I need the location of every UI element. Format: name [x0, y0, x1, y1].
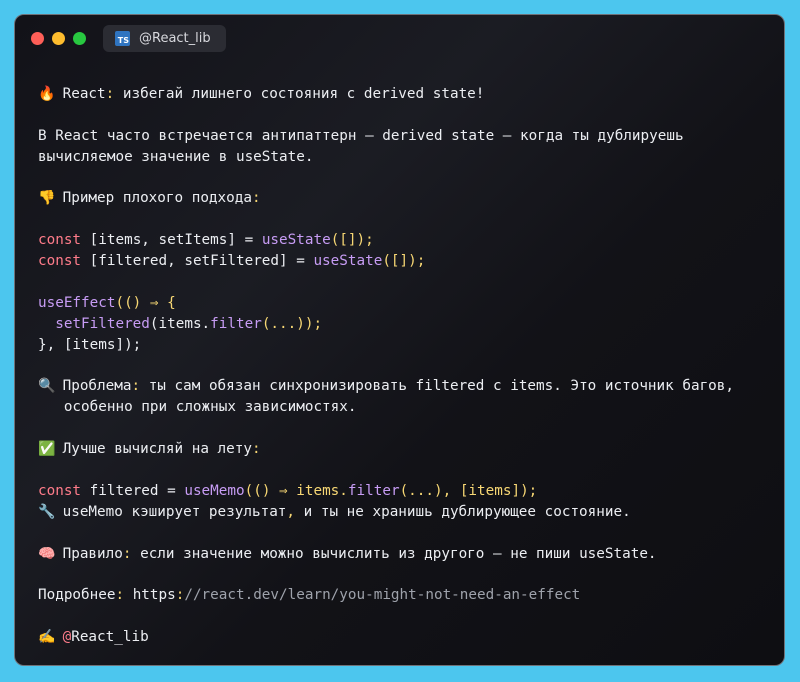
signature-handle[interactable]: React_lib — [71, 629, 148, 645]
minimize-window-button[interactable] — [52, 32, 65, 45]
file-tab[interactable]: TS @React_lib — [103, 25, 226, 52]
good-example-heading: ✅ Лучше вычисляй на лету: — [38, 439, 778, 460]
memo-note: 🔧 useMemo кэширует результат, и ты не хр… — [38, 502, 778, 523]
maximize-window-button[interactable] — [73, 32, 86, 45]
more-link-line: Подробнее: https://react.dev/learn/you-m… — [38, 587, 581, 604]
check-mark-icon: ✅ — [38, 441, 56, 458]
magnifier-icon: 🔍 — [38, 378, 56, 395]
tab-label: @React_lib — [139, 31, 211, 46]
code-line-set-filtered: setFiltered(items.filter(...)); — [55, 315, 323, 332]
problem-line-2: особенно при сложных зависимостях. — [38, 399, 357, 416]
title-bar: TS @React_lib — [15, 15, 784, 63]
code-line-use-effect: useEffect(() ⇒ { — [38, 294, 176, 311]
code-line-effect-close: }, [items]); — [38, 336, 142, 353]
post-content: 🔥 React: избегай лишнего состояния с der… — [38, 84, 778, 648]
close-window-button[interactable] — [31, 32, 44, 45]
thumbs-down-icon: 👎 — [38, 190, 56, 207]
intro-line-1: В React часто встречается антипаттерн — … — [38, 127, 684, 144]
writing-hand-icon: ✍️ — [38, 629, 56, 646]
bad-example-heading: 👎 Пример плохого подхода: — [38, 188, 778, 209]
fire-icon: 🔥 — [38, 86, 56, 102]
typescript-file-icon: TS — [115, 31, 130, 46]
code-line-items: const [items, setItems] = useState([]); — [38, 232, 374, 249]
problem-line-1: 🔍 Проблема: ты сам обязан синхронизирова… — [38, 376, 778, 397]
editor-window: TS @React_lib 🔥 React: избегай лишнего с… — [14, 14, 785, 666]
intro-line-2: вычисляемое значение в useState. — [38, 148, 314, 165]
code-line-use-memo: const filtered = useMemo(() ⇒ items.filt… — [38, 482, 538, 499]
wrench-icon: 🔧 — [38, 503, 56, 520]
code-line-filtered: const [filtered, setFiltered] = useState… — [38, 253, 426, 270]
signature-line: ✍️ @React_lib — [38, 627, 778, 648]
more-link[interactable]: https://react.dev/learn/you-might-not-ne… — [133, 587, 581, 603]
post-title: 🔥 React: избегай лишнего состояния с der… — [38, 84, 778, 105]
rule-line: 🧠 Правило: если значение можно вычислить… — [38, 544, 778, 565]
brain-icon: 🧠 — [38, 545, 56, 562]
